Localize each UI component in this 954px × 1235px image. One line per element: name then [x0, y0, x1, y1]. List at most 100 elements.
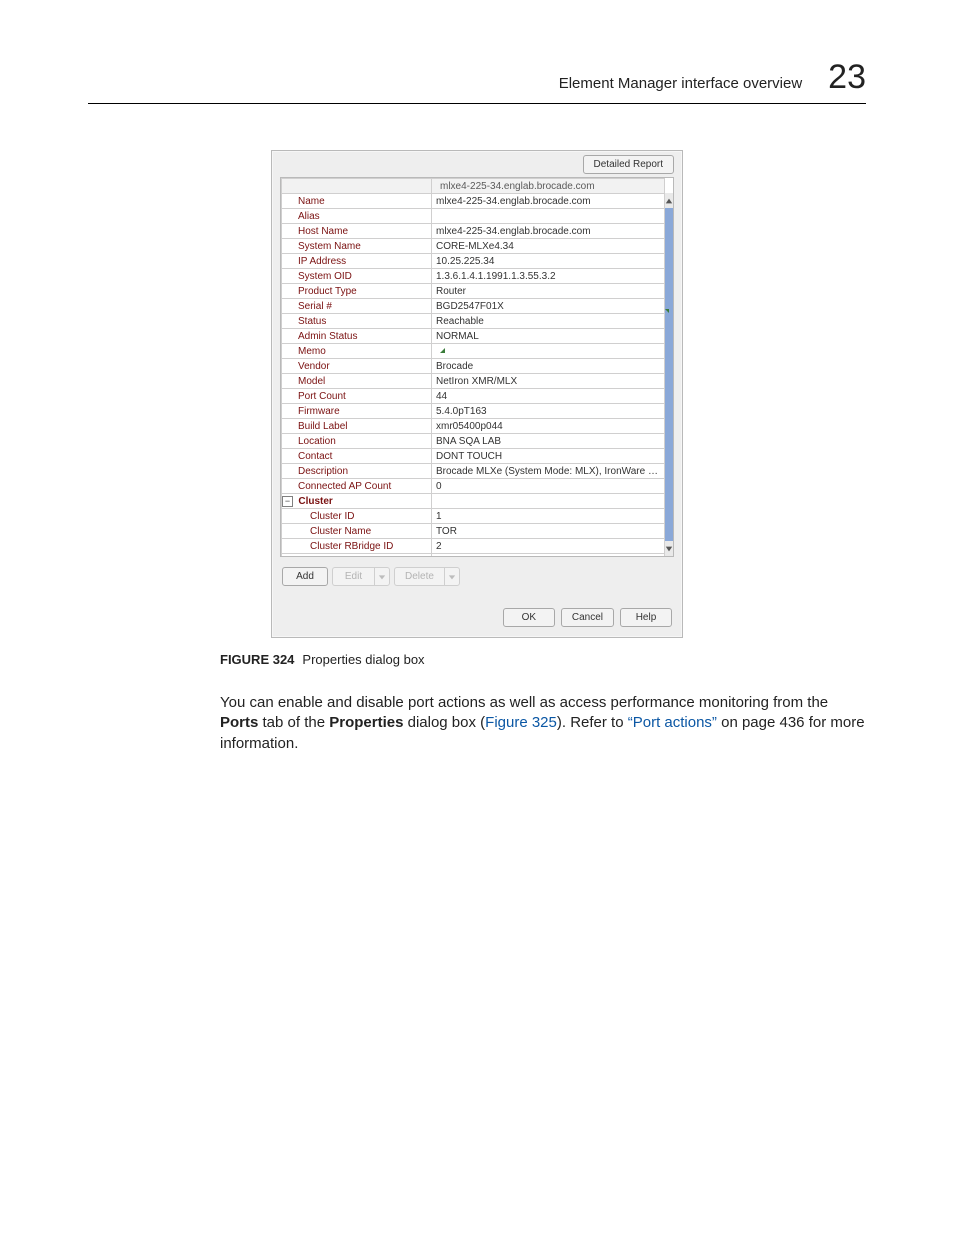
prop-value[interactable] [432, 209, 665, 224]
prop-value: xmr05400p044 [432, 419, 665, 434]
table-row: Product TypeRouter [282, 284, 665, 299]
prop-value: 10.25.225.34 [432, 254, 665, 269]
collapse-icon[interactable]: − [282, 496, 293, 507]
prop-value: Deployed [432, 554, 665, 558]
prop-value: mlxe4-225-34.englab.brocade.com [432, 194, 665, 209]
prop-label: System OID [282, 269, 432, 284]
prop-label: Vendor [282, 359, 432, 374]
scroll-down-button[interactable] [665, 541, 673, 556]
column-header: mlxe4-225-34.englab.brocade.com [432, 179, 665, 194]
help-button[interactable]: Help [620, 608, 672, 627]
table-row: Cluster StateDeployed [282, 554, 665, 558]
memo-edit-icon[interactable] [440, 348, 445, 353]
prop-value: CORE-MLXe4.34 [432, 239, 665, 254]
prop-label: Model [282, 374, 432, 389]
edit-split-button: Edit [332, 567, 390, 586]
delete-button: Delete [394, 567, 444, 586]
property-table: mlxe4-225-34.englab.brocade.com Namemlxe… [281, 178, 665, 557]
scroll-up-button[interactable] [665, 193, 673, 208]
header-title: Element Manager interface overview [559, 75, 802, 92]
prop-value: NORMAL [432, 329, 665, 344]
prop-label: Cluster ID [282, 509, 432, 524]
prop-label: Host Name [282, 224, 432, 239]
prop-label: Build Label [282, 419, 432, 434]
table-row: Namemlxe4-225-34.englab.brocade.com [282, 194, 665, 209]
prop-label: Alias [282, 209, 432, 224]
figure-link[interactable]: Figure 325 [485, 714, 557, 731]
prop-label: Cluster Name [282, 524, 432, 539]
figure-number: FIGURE 324 [220, 652, 294, 667]
port-actions-link[interactable]: “Port actions” [628, 714, 717, 731]
prop-value: Brocade MLXe (System Mode: MLX), IronWar… [432, 464, 665, 479]
prop-value: BNA SQA LAB [432, 434, 665, 449]
prop-value: mlxe4-225-34.englab.brocade.com [432, 224, 665, 239]
prop-label: Location [282, 434, 432, 449]
dialog-toolbar: Detailed Report [272, 151, 682, 177]
cluster-section-row[interactable]: − Cluster [282, 494, 665, 509]
ok-button[interactable]: OK [503, 608, 555, 627]
table-row: IP Address10.25.225.34 [282, 254, 665, 269]
prop-label: Product Type [282, 284, 432, 299]
prop-value: 2 [432, 539, 665, 554]
prop-value: TOR [432, 524, 665, 539]
dialog-footer: OK Cancel Help [272, 590, 682, 637]
prop-label: Cluster State [282, 554, 432, 558]
page-header: Element Manager interface overview 23 [88, 58, 866, 104]
table-row: Memo [282, 344, 665, 359]
table-row: LocationBNA SQA LAB [282, 434, 665, 449]
prop-label: IP Address [282, 254, 432, 269]
prop-label: Firmware [282, 404, 432, 419]
table-row: Serial #BGD2547F01X [282, 299, 665, 314]
prop-label: Memo [282, 344, 432, 359]
prop-value[interactable] [432, 344, 665, 359]
table-row: StatusReachable [282, 314, 665, 329]
action-button-row: Add Edit Delete [272, 557, 682, 590]
table-row: Alias [282, 209, 665, 224]
edit-dropdown-button [374, 567, 390, 586]
delete-split-button: Delete [394, 567, 460, 586]
prop-value: 1.3.6.1.4.1.1991.1.3.55.3.2 [432, 269, 665, 284]
prop-value: DONT TOUCH [432, 449, 665, 464]
table-row: Cluster RBridge ID2 [282, 539, 665, 554]
table-row: Build Labelxmr05400p044 [282, 419, 665, 434]
prop-label: Description [282, 464, 432, 479]
cancel-button[interactable]: Cancel [561, 608, 614, 627]
table-row: Connected AP Count0 [282, 479, 665, 494]
prop-label: Port Count [282, 389, 432, 404]
property-grid: mlxe4-225-34.englab.brocade.com Namemlxe… [280, 177, 674, 557]
prop-value: Reachable [432, 314, 665, 329]
table-row: Port Count44 [282, 389, 665, 404]
prop-label: Contact [282, 449, 432, 464]
vertical-scrollbar[interactable] [665, 193, 673, 556]
detailed-report-button[interactable]: Detailed Report [583, 155, 674, 174]
edit-button: Edit [332, 567, 374, 586]
prop-label: Cluster RBridge ID [282, 539, 432, 554]
figure-caption: FIGURE 324 Properties dialog box [220, 652, 866, 667]
table-row: Firmware5.4.0pT163 [282, 404, 665, 419]
figure-title: Properties dialog box [302, 652, 424, 667]
prop-value: 5.4.0pT163 [432, 404, 665, 419]
section-label[interactable]: − Cluster [282, 494, 432, 509]
table-header-row: mlxe4-225-34.englab.brocade.com [282, 179, 665, 194]
prop-value: Brocade [432, 359, 665, 374]
prop-label: Serial # [282, 299, 432, 314]
table-row: Admin StatusNORMAL [282, 329, 665, 344]
table-row: System OID1.3.6.1.4.1.1991.1.3.55.3.2 [282, 269, 665, 284]
prop-value: 1 [432, 509, 665, 524]
prop-value: BGD2547F01X [432, 299, 665, 314]
table-row: Cluster ID1 [282, 509, 665, 524]
chapter-number: 23 [828, 58, 866, 97]
prop-value: NetIron XMR/MLX [432, 374, 665, 389]
prop-label: System Name [282, 239, 432, 254]
add-button[interactable]: Add [282, 567, 328, 586]
table-row: VendorBrocade [282, 359, 665, 374]
properties-dialog: Detailed Report mlxe4-225-34.englab.broc… [271, 150, 683, 638]
table-row: System NameCORE-MLXe4.34 [282, 239, 665, 254]
body-paragraph: You can enable and disable port actions … [220, 693, 866, 754]
prop-value: 0 [432, 479, 665, 494]
figure-container: Detailed Report mlxe4-225-34.englab.broc… [271, 150, 683, 638]
prop-label: Status [282, 314, 432, 329]
prop-label: Name [282, 194, 432, 209]
table-row: ContactDONT TOUCH [282, 449, 665, 464]
prop-label: Connected AP Count [282, 479, 432, 494]
